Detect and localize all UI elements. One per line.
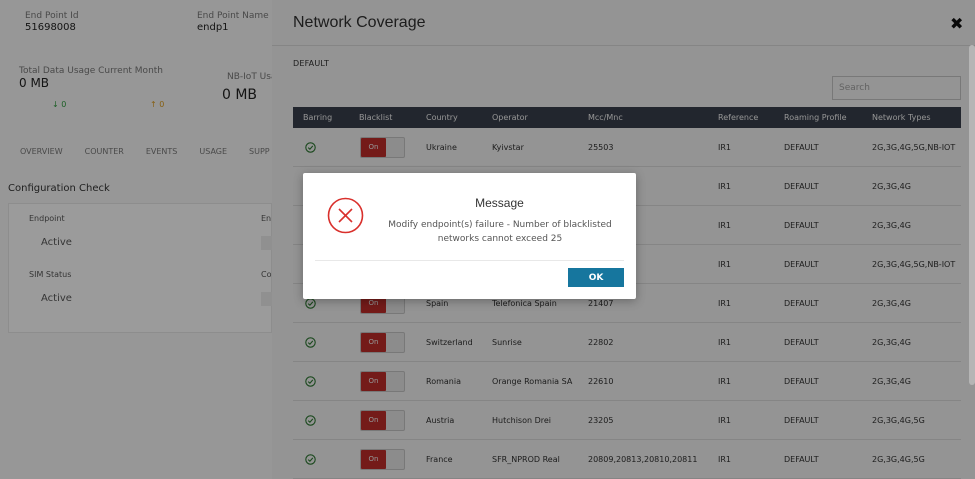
dialog-message: Modify endpoint(s) failure - Number of b… xyxy=(388,220,612,244)
error-icon xyxy=(327,197,364,234)
ok-button[interactable]: OK xyxy=(568,268,624,287)
scrollbar[interactable] xyxy=(969,45,975,385)
message-dialog: Message Modify endpoint(s) failure - Num… xyxy=(303,173,636,299)
dialog-divider xyxy=(315,260,624,261)
dialog-title: Message xyxy=(475,196,524,210)
